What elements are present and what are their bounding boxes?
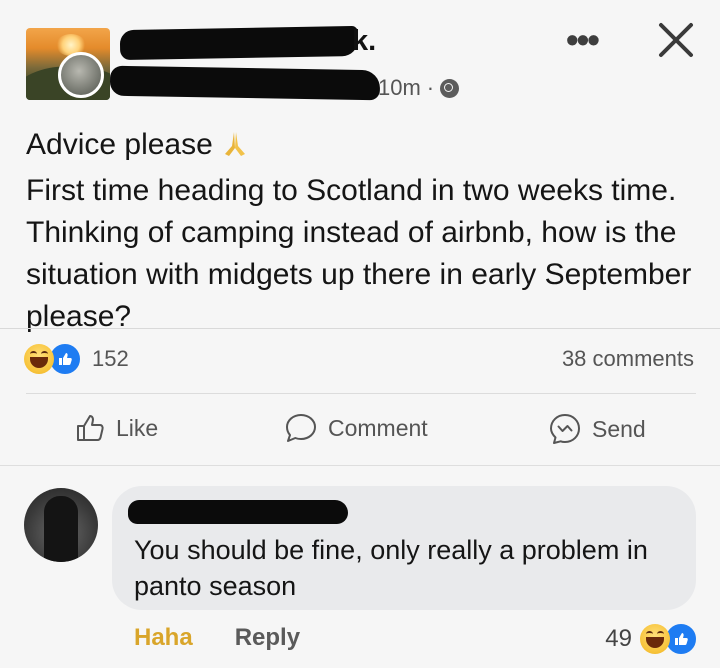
- more-options-icon[interactable]: •••: [566, 22, 600, 58]
- post-paragraph-1: Advice please: [26, 124, 696, 170]
- divider: [0, 328, 720, 329]
- redacted-group-name: [119, 25, 359, 61]
- haha-reaction-icon: [640, 624, 670, 654]
- divider: [0, 465, 720, 466]
- redacted-author-name: [109, 65, 381, 101]
- author-avatar[interactable]: [58, 52, 104, 98]
- redacted-commenter-name: [128, 500, 348, 524]
- timestamp-separator: ·: [426, 75, 435, 100]
- comment-label: Comment: [328, 414, 428, 441]
- author-name-suffix: k.: [352, 25, 377, 57]
- reaction-count: 152: [92, 346, 129, 371]
- close-icon[interactable]: [654, 18, 698, 62]
- post-paragraph-2: First time heading to Scotland in two we…: [26, 174, 692, 333]
- divider: [26, 393, 696, 394]
- thumbs-up-icon: [77, 415, 104, 441]
- like-label: Like: [116, 414, 159, 441]
- post-reactions[interactable]: 152: [24, 342, 129, 376]
- comment-actions: Haha Reply: [134, 624, 300, 652]
- globe-icon: [440, 78, 460, 98]
- reply-button[interactable]: Reply: [235, 624, 300, 652]
- post-timestamp[interactable]: 10m ·: [378, 75, 460, 101]
- like-button[interactable]: Like: [74, 412, 158, 444]
- comment-reactions[interactable]: 49: [605, 622, 698, 656]
- send-label: Send: [592, 415, 646, 442]
- commenter-avatar[interactable]: [24, 488, 98, 562]
- avatar-figure: [44, 496, 78, 562]
- comment-button[interactable]: Comment: [284, 412, 428, 444]
- comment-text: You should be fine, only really a proble…: [134, 535, 648, 601]
- haha-reaction-icon: [24, 344, 54, 374]
- haha-reaction-button[interactable]: Haha: [134, 624, 193, 652]
- send-button[interactable]: Send: [548, 412, 646, 446]
- pray-icon: [221, 128, 249, 170]
- timestamp-text: 10m: [378, 75, 421, 100]
- post-body: Advice please First time heading to Scot…: [26, 124, 696, 338]
- post-advice-text: Advice please: [26, 128, 213, 161]
- post-card: k. 10m · ••• Advice please First time he…: [0, 0, 720, 668]
- comment-icon: [286, 414, 316, 442]
- messenger-icon: [550, 414, 580, 444]
- comment-reaction-count: 49: [605, 625, 632, 652]
- comments-count-link[interactable]: 38 comments: [562, 346, 694, 372]
